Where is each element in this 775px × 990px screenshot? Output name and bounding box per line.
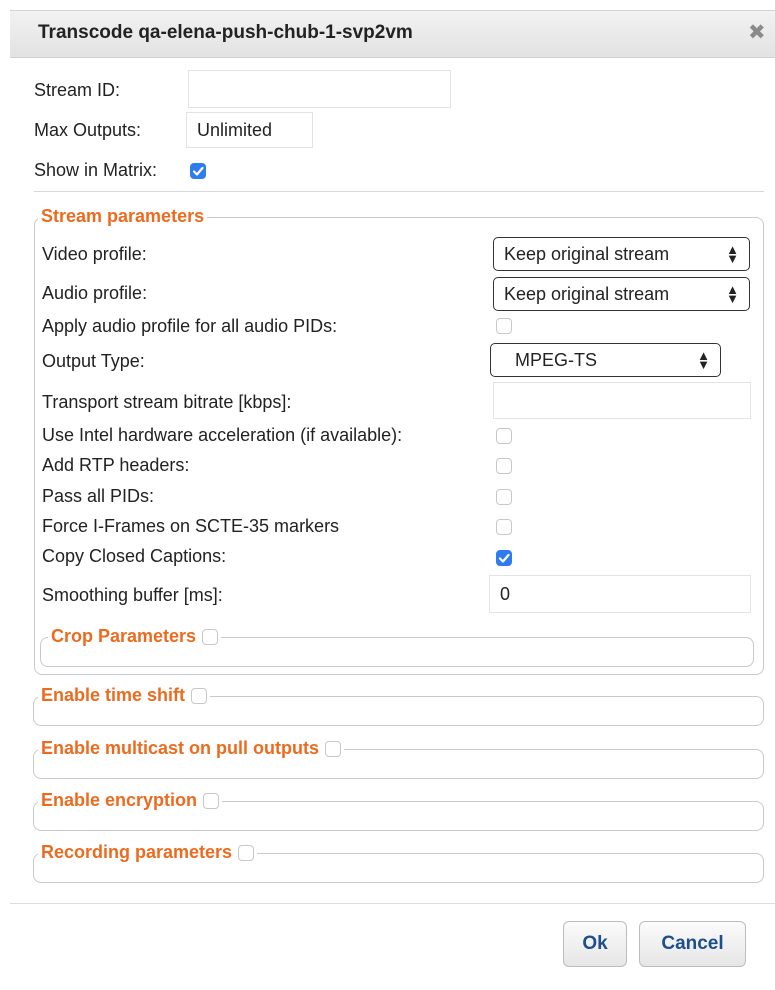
select-arrows-icon: ▲ ▼	[726, 282, 739, 306]
rtp-headers-checkbox[interactable]	[496, 458, 512, 474]
force-iframes-label: Force I-Frames on SCTE-35 markers	[42, 516, 340, 536]
pass-all-pids-label: Pass all PIDs:	[42, 486, 155, 506]
select-arrows-icon: ▲ ▼	[697, 348, 710, 372]
recording-legend-text: Recording parameters	[41, 842, 233, 862]
stream-parameters-legend-text: Stream parameters	[41, 206, 205, 226]
encryption-checkbox[interactable]	[203, 792, 220, 809]
apply-audio-profile-checkbox[interactable]	[496, 318, 512, 334]
output-type-select[interactable]: MPEG-TS ▲ ▼	[490, 343, 721, 377]
output-type-value: MPEG-TS	[515, 349, 598, 370]
video-profile-select[interactable]: Keep original stream ▲ ▼	[493, 237, 750, 271]
recording-legend: Recording parameters	[38, 842, 258, 863]
stream-parameters-legend: Stream parameters	[38, 206, 208, 227]
smoothing-buffer-label: Smoothing buffer [ms]:	[42, 585, 223, 605]
max-outputs-input[interactable]	[186, 112, 313, 148]
closed-captions-label: Copy Closed Captions:	[42, 546, 227, 566]
pass-all-pids-checkbox[interactable]	[496, 489, 512, 505]
crop-parameters-legend: Crop Parameters	[48, 626, 222, 647]
time-shift-checkbox[interactable]	[191, 687, 208, 704]
smoothing-buffer-input[interactable]	[489, 575, 751, 613]
multicast-checkbox[interactable]	[325, 740, 342, 757]
ts-bitrate-input[interactable]	[493, 382, 751, 419]
select-arrows-icon: ▲ ▼	[726, 242, 739, 266]
dialog-title: Transcode qa-elena-push-chub-1-svp2vm	[38, 22, 413, 43]
output-type-label: Output Type:	[42, 351, 145, 371]
encryption-legend-text: Enable encryption	[41, 790, 198, 810]
max-outputs-label: Max Outputs:	[34, 120, 142, 140]
intel-hw-accel-checkbox[interactable]	[496, 428, 512, 444]
show-in-matrix-checkbox[interactable]	[190, 163, 206, 179]
audio-profile-select[interactable]: Keep original stream ▲ ▼	[493, 277, 750, 311]
time-shift-legend: Enable time shift	[38, 685, 211, 706]
stream-id-input[interactable]	[188, 70, 451, 108]
checkmark-icon	[498, 553, 510, 563]
multicast-legend-text: Enable multicast on pull outputs	[41, 738, 320, 758]
time-shift-legend-text: Enable time shift	[41, 685, 186, 705]
crop-parameters-checkbox[interactable]	[202, 628, 219, 645]
intel-hw-accel-label: Use Intel hardware acceleration (if avai…	[42, 425, 403, 445]
closed-captions-checkbox[interactable]	[496, 550, 512, 566]
video-profile-value: Keep original stream	[504, 243, 670, 264]
recording-checkbox[interactable]	[238, 844, 255, 861]
crop-parameters-legend-text: Crop Parameters	[51, 626, 197, 646]
show-in-matrix-label: Show in Matrix:	[34, 160, 158, 180]
section-divider	[34, 191, 764, 192]
rtp-headers-label: Add RTP headers:	[42, 455, 190, 475]
ts-bitrate-label: Transport stream bitrate [kbps]:	[42, 392, 292, 412]
stream-id-label: Stream ID:	[34, 80, 121, 100]
encryption-legend: Enable encryption	[38, 790, 223, 811]
apply-audio-profile-label: Apply audio profile for all audio PIDs:	[42, 316, 338, 336]
checkmark-icon	[192, 166, 204, 176]
window-top-strip	[0, 0, 775, 10]
footer-divider	[10, 903, 775, 904]
close-icon[interactable]: ✖	[748, 20, 766, 45]
audio-profile-label: Audio profile:	[42, 283, 148, 303]
ok-button[interactable]: Ok	[563, 921, 627, 967]
force-iframes-checkbox[interactable]	[496, 519, 512, 535]
audio-profile-value: Keep original stream	[504, 283, 670, 304]
video-profile-label: Video profile:	[42, 244, 147, 264]
cancel-button[interactable]: Cancel	[639, 921, 746, 967]
multicast-legend: Enable multicast on pull outputs	[38, 738, 345, 759]
